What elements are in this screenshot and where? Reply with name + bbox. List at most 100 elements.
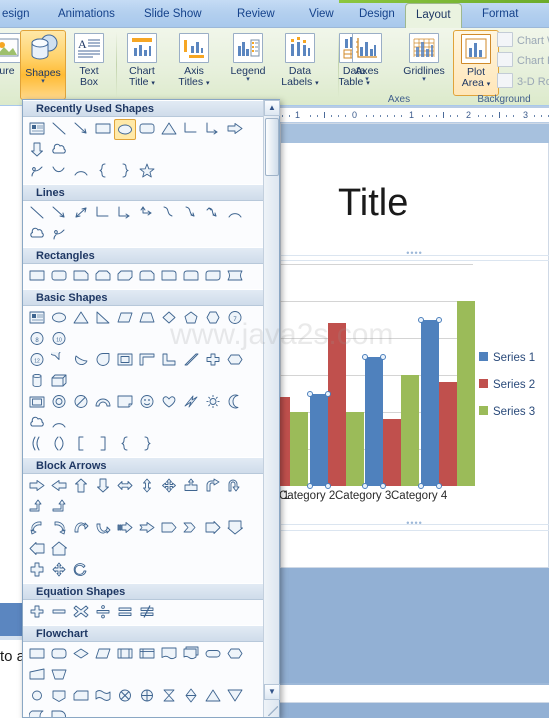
- shape-terminator[interactable]: [202, 644, 224, 665]
- shape-manual-input[interactable]: [26, 665, 48, 686]
- shape-rounded-rectangle[interactable]: [48, 266, 70, 287]
- shape-up-arrow-callout[interactable]: [48, 539, 70, 560]
- shape-right-brace[interactable]: [136, 434, 158, 455]
- shape-elbow-double-arrow-connector[interactable]: [136, 203, 158, 224]
- shape-punched-tape[interactable]: [92, 686, 114, 707]
- shape-notched-right-arrow[interactable]: [136, 518, 158, 539]
- selection-handle[interactable]: [417, 483, 424, 489]
- shape-moon[interactable]: [224, 392, 246, 413]
- shape-parallelogram[interactable]: [114, 308, 136, 329]
- shape-regular-pentagon-block[interactable]: [224, 350, 246, 371]
- shape-elbow-arrow-connector[interactable]: [114, 203, 136, 224]
- shape-cloud[interactable]: [48, 140, 70, 161]
- shape-curved-connector[interactable]: [158, 203, 180, 224]
- shapes-button[interactable]: Shapes ▾: [20, 30, 66, 100]
- shape-scribble[interactable]: [26, 161, 48, 182]
- scroll-down-button[interactable]: ▼: [264, 684, 280, 700]
- shape-cloud[interactable]: [26, 413, 48, 434]
- shape-folded-corner[interactable]: [114, 392, 136, 413]
- shape-rectangle[interactable]: [26, 266, 48, 287]
- shape-scribble[interactable]: [48, 224, 70, 245]
- shape-arc[interactable]: [224, 203, 246, 224]
- chart-floor-button[interactable]: Chart Fl: [497, 52, 549, 69]
- shape-summing-junction[interactable]: [114, 686, 136, 707]
- shape-textbox[interactable]: [26, 308, 48, 329]
- chevron-down-icon[interactable]: ▾: [344, 76, 390, 84]
- selection-handle[interactable]: [417, 316, 424, 323]
- gallery-grid-basic-shapes[interactable]: 7 8 10 12: [23, 306, 265, 457]
- selection-handle[interactable]: [435, 483, 442, 489]
- shape-isosceles-triangle[interactable]: [158, 119, 180, 140]
- shape-sort[interactable]: [180, 686, 202, 707]
- chart-bar[interactable]: [383, 419, 401, 486]
- shape-curved-down-arrow[interactable]: [92, 518, 114, 539]
- shape-diagonal-stripe[interactable]: [180, 350, 202, 371]
- shape-pentagon[interactable]: [180, 308, 202, 329]
- shape-chord[interactable]: [70, 350, 92, 371]
- shape-merge[interactable]: [224, 686, 246, 707]
- chart-bar[interactable]: [365, 356, 383, 486]
- shape-striped-right-arrow[interactable]: [114, 518, 136, 539]
- shape-connector[interactable]: [26, 686, 48, 707]
- shape-left-bracket[interactable]: [70, 434, 92, 455]
- shape-right-brace[interactable]: [114, 161, 136, 182]
- shape-snip-single-corner[interactable]: [70, 266, 92, 287]
- shape-equal[interactable]: [114, 602, 136, 623]
- title-placeholder[interactable]: Title: [281, 172, 549, 232]
- shape-hexagon[interactable]: [202, 308, 224, 329]
- shape-lightning-bolt[interactable]: [180, 392, 202, 413]
- shape-not-equal[interactable]: [136, 602, 158, 623]
- selection-handle[interactable]: [380, 353, 386, 360]
- shape-rectangle[interactable]: [92, 119, 114, 140]
- chart-legend-item[interactable]: Series 2: [479, 379, 535, 391]
- tab-animations[interactable]: Animations: [48, 4, 125, 28]
- shape-heart[interactable]: [158, 392, 180, 413]
- shape-donut[interactable]: [48, 392, 70, 413]
- shape-elbow-connector[interactable]: [92, 203, 114, 224]
- shape-or[interactable]: [136, 686, 158, 707]
- shapes-gallery-scroll[interactable]: Recently Used Shapes Lines Rectangles Basic…: [23, 100, 265, 717]
- shape-four-way-arrow-callout[interactable]: [48, 560, 70, 581]
- gallery-grid-flowchart[interactable]: [23, 642, 265, 717]
- shape-left-right-arrow[interactable]: [114, 476, 136, 497]
- tab-design-main[interactable]: esign: [0, 4, 40, 28]
- shape-line-arrow[interactable]: [70, 119, 92, 140]
- selection-handle[interactable]: [306, 390, 313, 397]
- tab-chart-design[interactable]: Design: [349, 4, 405, 28]
- gallery-grid-equation-shapes[interactable]: [23, 600, 265, 625]
- shape-l-shape[interactable]: [158, 350, 180, 371]
- shape-teardrop[interactable]: [92, 350, 114, 371]
- shape-cross-arrow[interactable]: [180, 476, 202, 497]
- shape-curved-arrow-connector[interactable]: [180, 203, 202, 224]
- selection-handle[interactable]: [380, 483, 386, 489]
- tab-chart-format[interactable]: Format: [472, 4, 528, 28]
- shape-plaque[interactable]: [224, 266, 246, 287]
- shape-process[interactable]: [26, 644, 48, 665]
- shape-right-arrow[interactable]: [224, 119, 246, 140]
- gallery-grid-lines[interactable]: [23, 201, 265, 247]
- shape-isosceles-triangle[interactable]: [70, 308, 92, 329]
- shapes-gallery-dropdown[interactable]: Recently Used Shapes Lines Rectangles Basic…: [22, 99, 280, 718]
- chart-bar[interactable]: [345, 412, 364, 486]
- selection-handle[interactable]: [324, 483, 331, 489]
- shape-bevel[interactable]: [26, 392, 48, 413]
- chart-bar[interactable]: [290, 412, 308, 486]
- shape-trapezoid[interactable]: [136, 308, 158, 329]
- shape-chevron[interactable]: [180, 518, 202, 539]
- shape-line[interactable]: [48, 119, 70, 140]
- shape-smiley-face[interactable]: [136, 392, 158, 413]
- selection-handle[interactable]: [306, 483, 313, 489]
- shape-block-arc[interactable]: [92, 392, 114, 413]
- chart-wall-button[interactable]: Chart W: [497, 32, 549, 49]
- shape-decision[interactable]: [70, 644, 92, 665]
- shape-cross[interactable]: [202, 350, 224, 371]
- shape-curve-arc[interactable]: [48, 161, 70, 182]
- shape-diamond[interactable]: [158, 308, 180, 329]
- shape-delay[interactable]: [48, 707, 70, 717]
- text-box-button[interactable]: A Text Box: [66, 30, 112, 90]
- chart-plot-area[interactable]: Category 1Category 2Category 3Category 4: [233, 264, 475, 502]
- shape-sun[interactable]: [202, 392, 224, 413]
- chevron-down-icon[interactable]: ▾: [225, 76, 271, 84]
- shape-round-same-side-corner[interactable]: [180, 266, 202, 287]
- chart-legend-item[interactable]: Series 1: [479, 352, 535, 364]
